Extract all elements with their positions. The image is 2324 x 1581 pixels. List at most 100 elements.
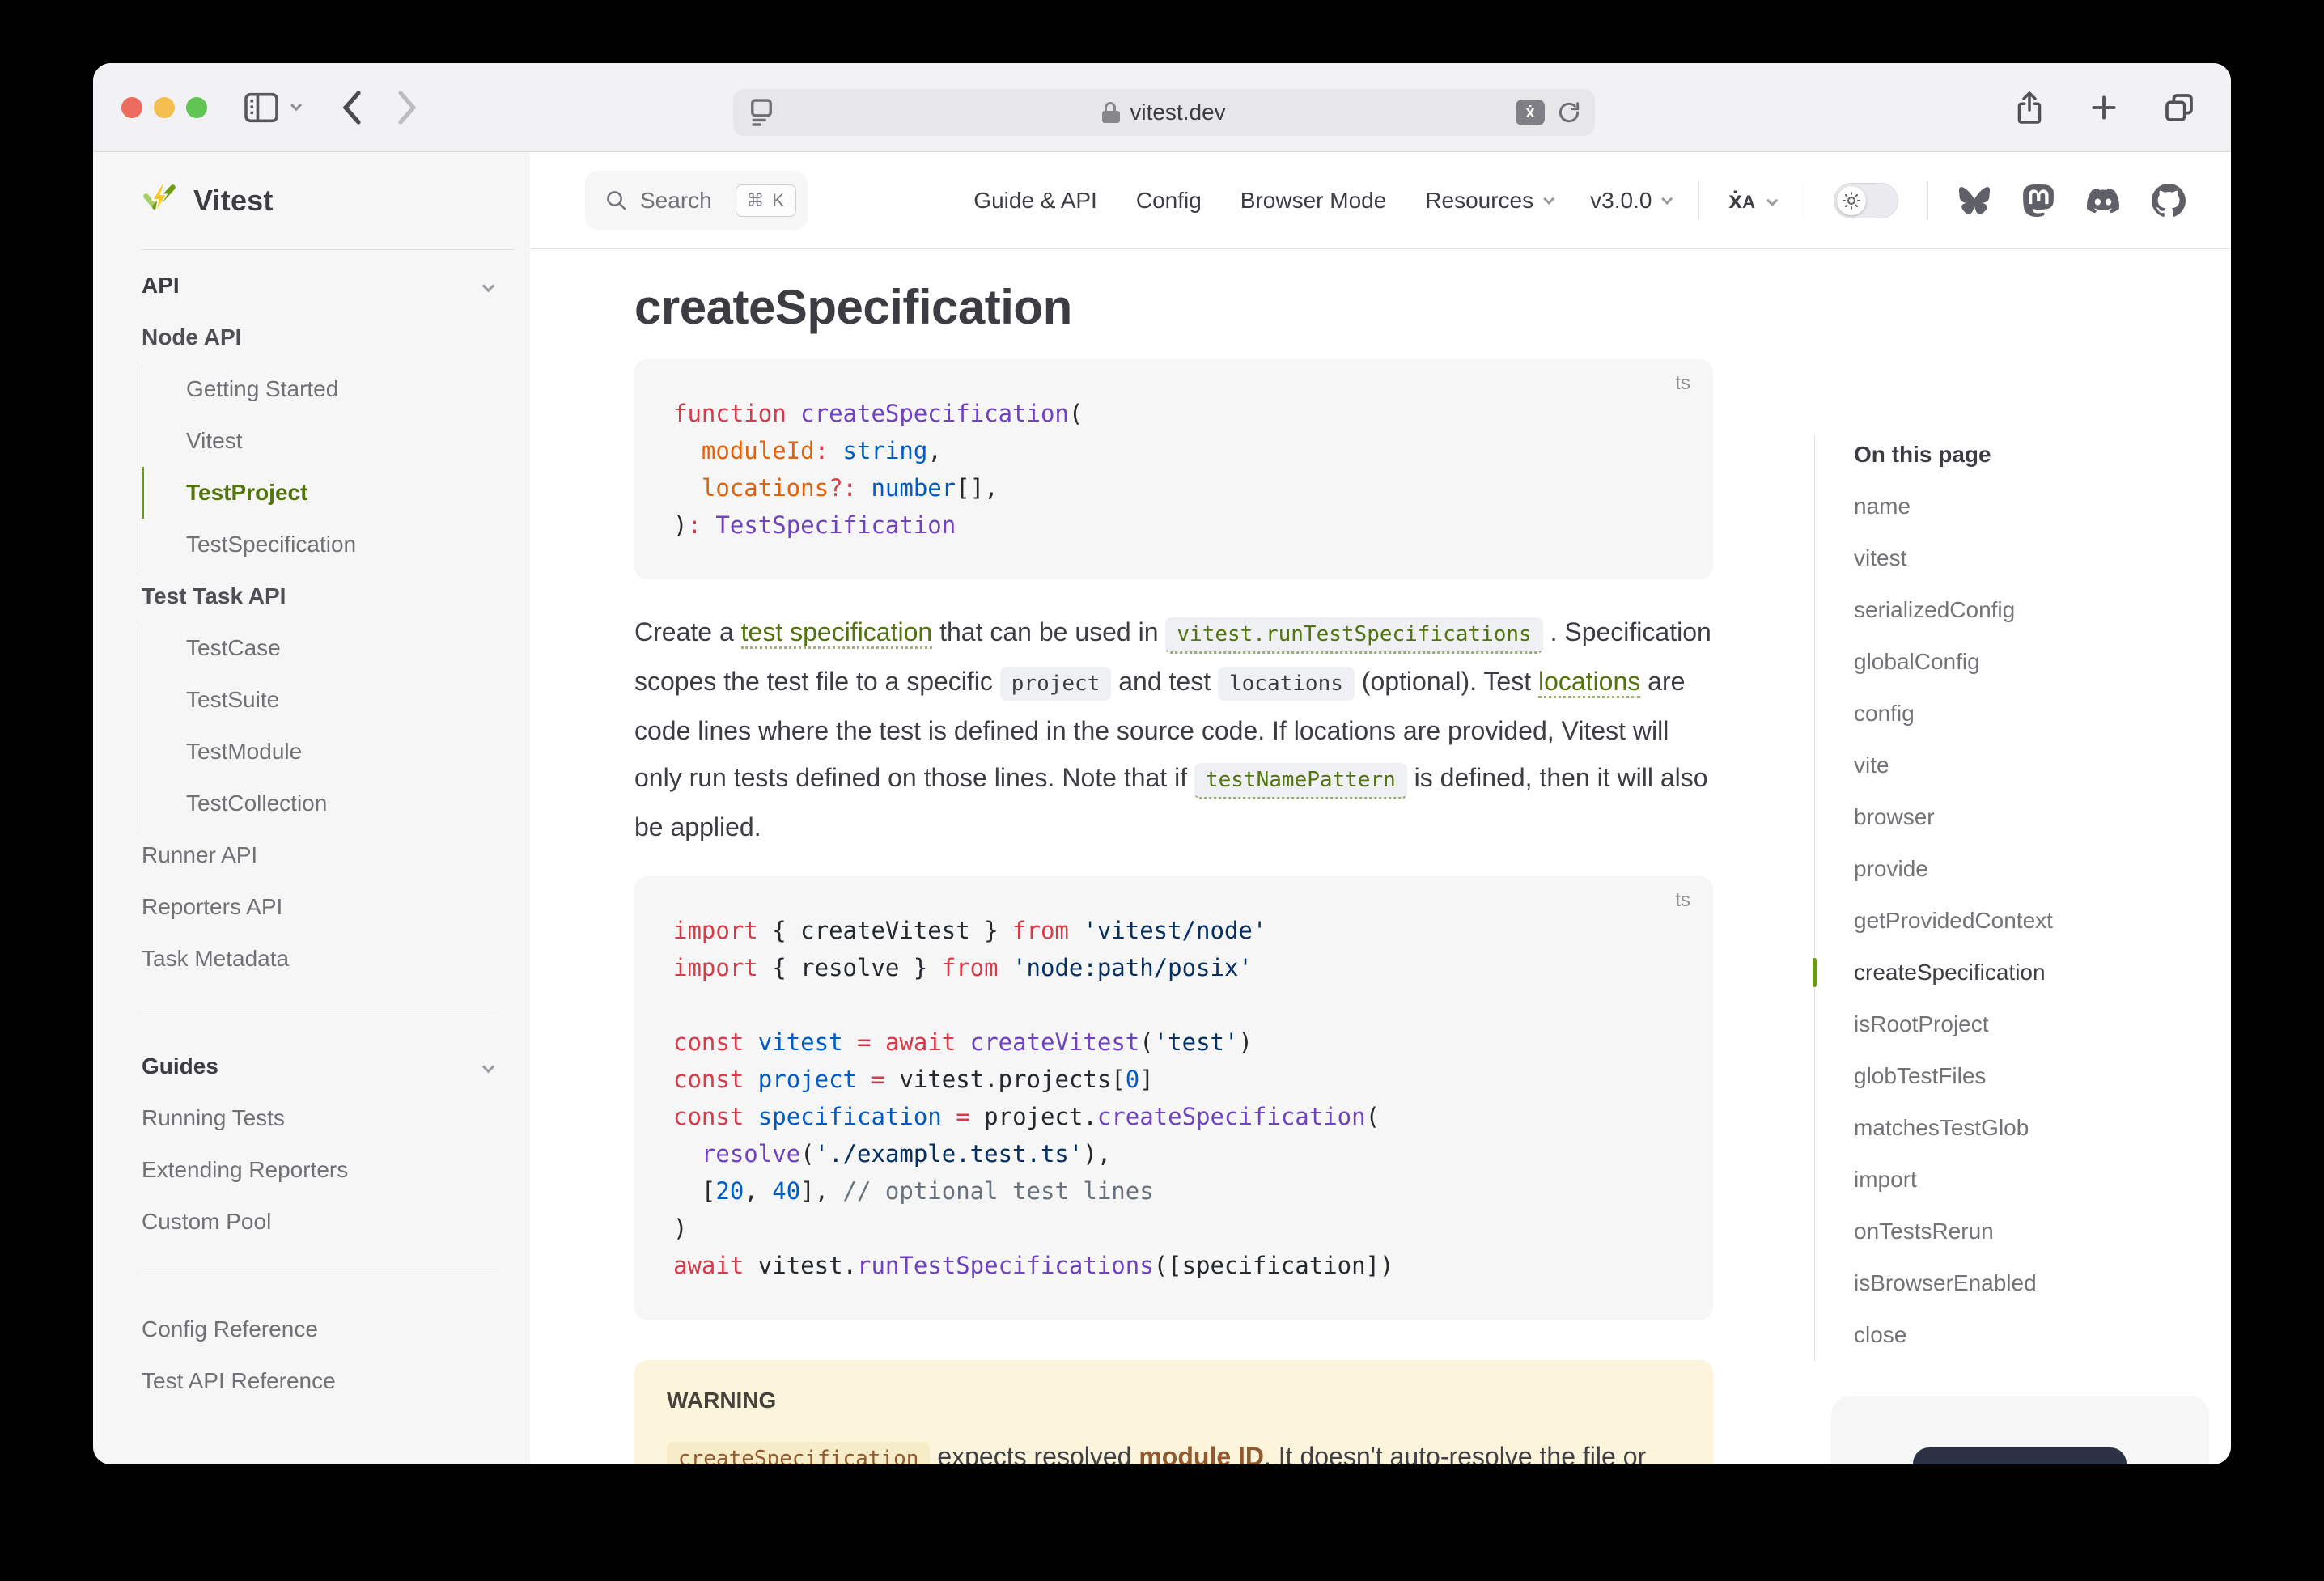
code-lines: function createSpecification( moduleId: … (673, 395, 1674, 544)
toc-item[interactable]: getProvidedContext (1854, 895, 2203, 947)
code-line: ) (673, 1210, 1674, 1247)
sidebar-item[interactable]: TestSuite (142, 674, 498, 726)
text-segment: (optional). Test (1355, 667, 1538, 696)
chevron-down-icon (1661, 193, 1673, 204)
back-button[interactable] (339, 90, 363, 125)
sidebar-toggle-chevron-icon[interactable] (290, 100, 302, 111)
url-text[interactable]: vitest.dev (1130, 100, 1225, 125)
nav-link[interactable]: Guide & API (973, 188, 1097, 214)
chevron-down-icon (482, 279, 495, 292)
language-switcher[interactable]: ẋA (1728, 187, 1775, 214)
toc-item[interactable]: isBrowserEnabled (1854, 1257, 2203, 1309)
sidebar-item[interactable]: Config Reference (142, 1303, 498, 1355)
site-navbar: Search ⌘ K Guide & API Config (530, 152, 2231, 249)
tab-overview-icon[interactable] (2163, 91, 2195, 124)
sidebar-item[interactable]: Getting Started (142, 363, 498, 415)
sidebar: Vitest API Node API Getting Started Vite… (93, 152, 530, 1464)
inline-link[interactable]: vitest.runTestSpecifications (1165, 617, 1542, 654)
toc-item[interactable]: provide (1854, 843, 2203, 895)
toc-item[interactable]: globalConfig (1854, 636, 2203, 688)
reload-icon[interactable] (1556, 100, 1582, 125)
inline-code: project (1000, 667, 1112, 701)
toc-item[interactable]: name (1854, 481, 2203, 532)
inline-link[interactable]: locations (1538, 667, 1640, 698)
code-line: ): TestSpecification (673, 507, 1674, 544)
nav-link[interactable]: Browser Mode (1240, 188, 1387, 214)
inline-link[interactable]: testNamePattern (1194, 763, 1407, 799)
sidebar-item[interactable]: Test Task API (142, 570, 498, 622)
sidebar-item[interactable]: API (142, 260, 498, 312)
search-shortcut: ⌘ K (736, 184, 796, 217)
search-icon (604, 189, 629, 213)
code-lang-badge: ts (1675, 372, 1690, 395)
toc-item[interactable]: browser (1854, 791, 2203, 843)
toc-item[interactable]: vitest (1854, 532, 2203, 584)
inline-link[interactable]: module ID (1139, 1442, 1264, 1464)
inline-link[interactable]: test specification (741, 617, 933, 649)
browser-toolbar: vitest.dev ẋ (93, 63, 2231, 152)
translate-page-icon[interactable]: ẋ (1516, 100, 1545, 125)
sponsor-card[interactable]: </> (1831, 1396, 2209, 1464)
sidebar-item[interactable]: Extending Reporters (142, 1144, 498, 1196)
code-line: import { createVitest } from 'vitest/nod… (673, 912, 1674, 949)
toc-item[interactable]: serializedConfig (1854, 584, 2203, 636)
toc-list: name vitest serializedConfig globalConfi… (1854, 481, 2203, 1361)
sidebar-item[interactable]: TestProject (142, 467, 498, 519)
toc-item[interactable]: close (1854, 1309, 2203, 1361)
nav-links: Guide & API Config Browser Mode Resource… (973, 188, 1669, 214)
new-tab-icon[interactable] (2089, 92, 2119, 123)
mastodon-icon[interactable] (2022, 184, 2055, 218)
toc-item[interactable]: import (1854, 1154, 2203, 1206)
share-icon[interactable] (2014, 90, 2045, 125)
toc-item[interactable]: globTestFiles (1854, 1050, 2203, 1102)
nav-link[interactable]: Resources (1425, 188, 1551, 214)
nav-divider (1927, 181, 1928, 220)
bluesky-icon[interactable] (1957, 185, 1991, 216)
doc-content: createSpecification ts function createSp… (530, 249, 1713, 1464)
sidebar-item[interactable]: Reporters API (142, 881, 498, 933)
code-line: resolve('./example.test.ts'), (673, 1135, 1674, 1172)
logo[interactable]: Vitest (93, 152, 530, 249)
minimize-window-button[interactable] (154, 97, 175, 118)
toc-item[interactable]: onTestsRerun (1854, 1206, 2203, 1257)
zoom-window-button[interactable] (186, 97, 207, 118)
logo-text: Vitest (193, 184, 274, 218)
on-this-page: On this page name vitest serializedConfi… (1814, 435, 2203, 1361)
github-icon[interactable] (2152, 184, 2186, 218)
close-window-button[interactable] (121, 97, 142, 118)
sidebar-item[interactable]: TestModule (142, 726, 498, 778)
nav-link[interactable]: Config (1136, 188, 1202, 214)
sidebar-item[interactable]: Running Tests (142, 1092, 498, 1144)
code-line: await vitest.runTestSpecifications([spec… (673, 1247, 1674, 1284)
sidebar-item[interactable]: Guides (142, 1041, 498, 1092)
search-button[interactable]: Search ⌘ K (585, 171, 808, 230)
sidebar-item[interactable]: Test API Reference (142, 1355, 498, 1407)
text-segment: expects resolved (930, 1442, 1139, 1464)
browser-window: vitest.dev ẋ (93, 63, 2231, 1464)
nav-link[interactable]: v3.0.0 (1590, 188, 1669, 214)
theme-toggle[interactable] (1834, 183, 1898, 218)
sidebar-item[interactable]: Task Metadata (142, 933, 498, 985)
toc-item[interactable]: matchesTestGlob (1854, 1102, 2203, 1154)
sidebar-item[interactable]: TestSpecification (142, 519, 498, 570)
sidebar-item[interactable]: Runner API (142, 829, 498, 881)
address-bar[interactable]: vitest.dev ẋ (733, 89, 1595, 136)
code-line (673, 986, 1674, 1024)
sidebar-item[interactable]: TestCase (142, 622, 498, 674)
toc-item[interactable]: isRootProject (1854, 998, 2203, 1050)
sidebar-item[interactable]: TestCollection (142, 778, 498, 829)
forward-button[interactable] (396, 90, 420, 125)
translate-icon: ẋA (1728, 187, 1755, 214)
code-line: const vitest = await createVitest('test'… (673, 1024, 1674, 1061)
code-line: [20, 40], // optional test lines (673, 1172, 1674, 1210)
sidebar-item[interactable]: Custom Pool (142, 1196, 498, 1248)
code-block-signature: ts function createSpecification( moduleI… (634, 359, 1713, 579)
toc-item[interactable]: vite (1854, 740, 2203, 791)
toc-item[interactable]: config (1854, 688, 2203, 740)
fade-overlay (1831, 1396, 2209, 1464)
discord-icon[interactable] (2085, 184, 2121, 217)
sidebar-toggle-icon[interactable] (244, 92, 279, 123)
sidebar-item[interactable]: Node API (142, 312, 498, 363)
sidebar-item[interactable]: Vitest (142, 415, 498, 467)
toc-item[interactable]: createSpecification (1854, 947, 2203, 998)
